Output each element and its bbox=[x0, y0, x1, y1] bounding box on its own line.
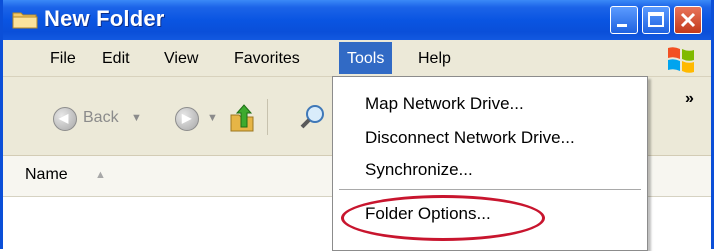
title-bar[interactable]: New Folder bbox=[3, 0, 711, 40]
minimize-icon bbox=[617, 24, 627, 27]
search-icon[interactable] bbox=[299, 103, 327, 131]
close-icon bbox=[680, 12, 696, 28]
toolbar-separator bbox=[267, 99, 268, 135]
toolbar-overflow-chevron[interactable]: » bbox=[685, 90, 694, 108]
maximize-icon bbox=[648, 12, 664, 27]
menu-separator bbox=[339, 189, 641, 191]
menu-view[interactable]: View bbox=[164, 50, 198, 68]
forward-button[interactable]: ▶ bbox=[175, 107, 199, 131]
maximize-button[interactable] bbox=[642, 6, 670, 34]
menu-item-synchronize[interactable]: Synchronize... bbox=[365, 160, 473, 180]
back-dropdown-icon[interactable]: ▼ bbox=[131, 112, 142, 124]
menu-bar: File Edit View Favorites Tools Help bbox=[3, 40, 711, 77]
close-button[interactable] bbox=[674, 6, 702, 34]
tools-menu: Map Network Drive... Disconnect Network … bbox=[332, 76, 648, 251]
highlight-circle-annotation bbox=[341, 195, 545, 241]
column-header-name[interactable]: Name bbox=[25, 166, 68, 184]
minimize-button[interactable] bbox=[610, 6, 638, 34]
forward-dropdown-icon[interactable]: ▼ bbox=[207, 112, 218, 124]
sort-ascending-icon: ▲ bbox=[95, 169, 106, 181]
windows-logo-icon bbox=[668, 47, 694, 73]
forward-arrow-icon: ▶ bbox=[182, 111, 192, 125]
menu-favorites[interactable]: Favorites bbox=[234, 50, 300, 68]
back-label[interactable]: Back bbox=[83, 109, 119, 127]
menu-item-map-network-drive[interactable]: Map Network Drive... bbox=[365, 94, 524, 114]
window-title: New Folder bbox=[44, 6, 165, 31]
menu-edit[interactable]: Edit bbox=[102, 50, 130, 68]
folder-icon bbox=[12, 12, 38, 29]
folder-up-icon[interactable] bbox=[229, 103, 255, 133]
menu-tools[interactable]: Tools bbox=[339, 42, 393, 74]
menu-help[interactable]: Help bbox=[418, 50, 451, 68]
menu-item-disconnect-network-drive[interactable]: Disconnect Network Drive... bbox=[365, 128, 575, 148]
menu-file[interactable]: File bbox=[50, 50, 76, 68]
back-arrow-icon: ◀ bbox=[59, 111, 69, 125]
back-button[interactable]: ◀ bbox=[53, 107, 77, 131]
